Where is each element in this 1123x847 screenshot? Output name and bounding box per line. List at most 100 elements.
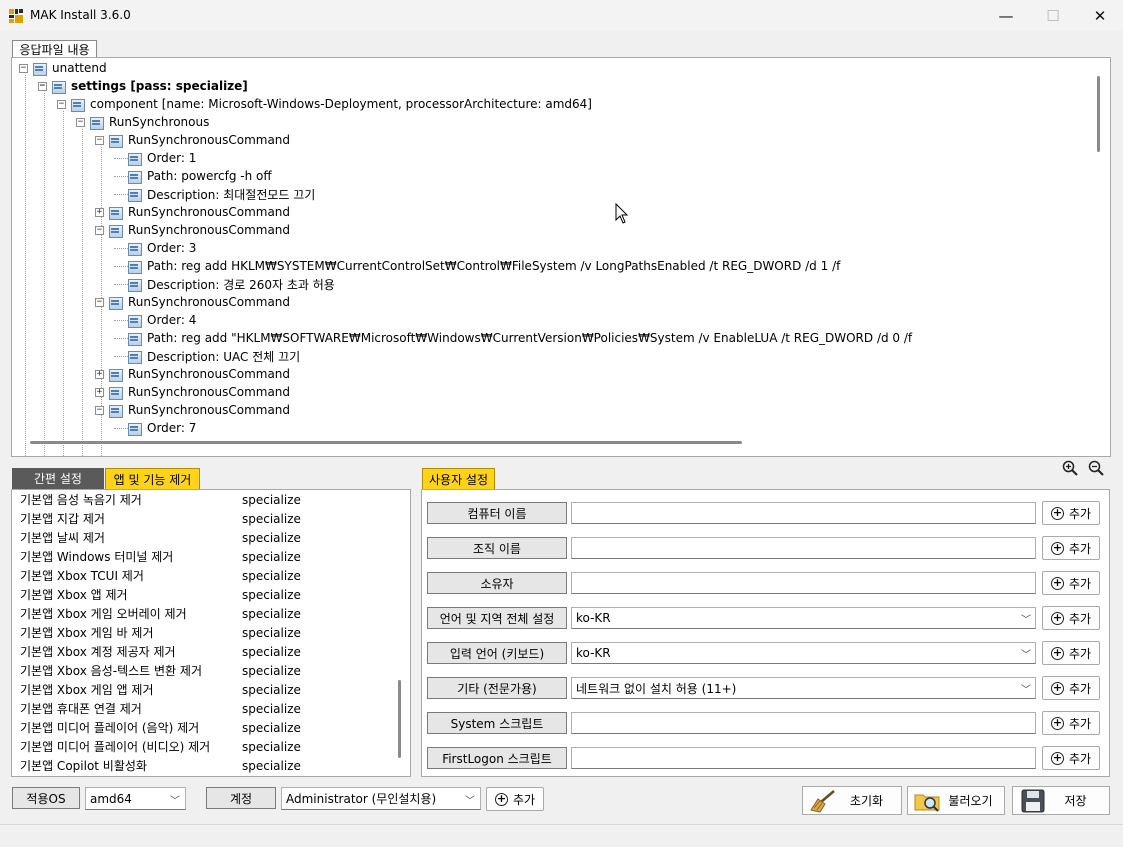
setting-input[interactable] [571, 537, 1036, 559]
maximize-button[interactable]: ☐ [1030, 0, 1076, 31]
list-item[interactable]: 기본앱 Xbox 음성-텍스트 변환 제거 specialize [20, 661, 342, 680]
expand-icon[interactable]: + [95, 369, 104, 379]
setting-label-button[interactable]: FirstLogon 스크립트 [427, 747, 567, 769]
zoom-out-icon[interactable] [1088, 460, 1104, 476]
expand-icon[interactable]: + [95, 387, 104, 397]
tree-node[interactable]: Order: 4 [114, 311, 196, 329]
collapse-icon[interactable]: − [19, 63, 28, 73]
setting-label-button[interactable]: 입력 언어 (키보드) [427, 642, 567, 664]
tree-node[interactable]: Path: powercfg -h off [114, 167, 272, 185]
tree-node[interactable]: − RunSynchronousCommand [95, 401, 290, 419]
tree-node[interactable]: Description: UAC 전체 끄기 [114, 347, 300, 365]
tree-node[interactable]: Order: 1 [114, 149, 196, 167]
tree-node-label: Order: 3 [147, 241, 197, 255]
os-label-button[interactable]: 적용OS [12, 787, 80, 809]
tree-node[interactable]: Order: 7 [114, 419, 196, 437]
tree-node[interactable]: Path: reg add "HKLM₩SOFTWARE₩Microsoft₩W… [114, 329, 912, 347]
add-button[interactable]: + 추가 [1042, 536, 1100, 560]
reset-button[interactable]: 초기화 [802, 786, 902, 815]
setting-label-button[interactable]: 기타 (전문가용) [427, 677, 567, 699]
tree-node[interactable]: − settings [pass: specialize] [38, 77, 248, 95]
setting-select[interactable]: ko-KR ﹀ [571, 607, 1036, 629]
app-removal-list[interactable]: 기본앱 음성 녹음기 제거 specialize 기본앱 지갑 제거 speciali… [11, 489, 411, 777]
setting-input[interactable] [571, 502, 1036, 524]
tree-node[interactable]: − RunSynchronousCommand [95, 131, 290, 149]
setting-input[interactable] [571, 747, 1036, 769]
zoom-in-icon[interactable] [1062, 460, 1078, 476]
tree-node[interactable]: − unattend [19, 59, 107, 77]
add-button[interactable]: + 추가 [1042, 571, 1100, 595]
tree-connector [114, 355, 128, 357]
tree-node[interactable]: − RunSynchronousCommand [95, 221, 290, 239]
list-item[interactable]: 기본앱 날씨 제거 specialize [20, 528, 342, 547]
setting-label-button[interactable]: 조직 이름 [427, 537, 567, 559]
tree-node[interactable]: − RunSynchronousCommand [95, 293, 290, 311]
os-select[interactable]: amd64 ﹀ [85, 787, 186, 810]
tree-node[interactable]: + RunSynchronousCommand [95, 203, 290, 221]
answer-file-tree[interactable]: − unattend − settings [pass: specialize] − co… [11, 57, 1111, 457]
close-button[interactable]: ✕ [1077, 0, 1123, 31]
setting-label-button[interactable]: System 스크립트 [427, 712, 567, 734]
setting-label-button[interactable]: 언어 및 지역 전체 설정 [427, 607, 567, 629]
account-select[interactable]: Administrator (무인설치용) ﹀ [281, 787, 481, 810]
tree-tab[interactable]: 응답파일 내용 [12, 40, 97, 58]
add-button[interactable]: + 추가 [1042, 746, 1100, 770]
list-item[interactable]: 기본앱 음성 녹음기 제거 specialize [20, 490, 342, 509]
setting-select[interactable]: 네트워크 없이 설치 허용 (11+) ﹀ [571, 677, 1036, 699]
collapse-icon[interactable]: − [38, 81, 47, 91]
save-button[interactable]: 저장 [1012, 786, 1110, 815]
setting-input[interactable] [571, 572, 1036, 594]
app-name: 기본앱 Windows 터미널 제거 [20, 550, 174, 564]
add-button[interactable]: + 추가 [1042, 711, 1100, 735]
tree-node[interactable]: + RunSynchronousCommand [95, 383, 290, 401]
tab-simple-settings[interactable]: 간편 설정 [12, 468, 104, 489]
tree-node[interactable]: Description: 경로 260자 초과 허용 [114, 275, 335, 293]
list-item[interactable]: 기본앱 미디어 플레이어 (비디오) 제거 specialize [20, 737, 342, 756]
chevron-down-icon: ﹀ [1021, 685, 1031, 696]
setting-input[interactable] [571, 712, 1036, 734]
setting-label-button[interactable]: 소유자 [427, 572, 567, 594]
collapse-icon[interactable]: − [57, 99, 66, 109]
app-name: 기본앱 Xbox 게임 바 제거 [20, 626, 154, 640]
list-item[interactable]: 기본앱 지갑 제거 specialize [20, 509, 342, 528]
add-button[interactable]: + 추가 [1042, 641, 1100, 665]
tree-horizontal-scrollbar[interactable] [30, 441, 742, 444]
collapse-icon[interactable]: − [95, 225, 104, 235]
tree-node[interactable]: − RunSynchronous [76, 113, 209, 131]
account-label-button[interactable]: 계정 [206, 787, 276, 809]
tab-app-removal[interactable]: 앱 및 기능 제거 [105, 468, 200, 489]
list-item[interactable]: 기본앱 미디어 플레이어 (음악) 제거 specialize [20, 718, 342, 737]
list-item[interactable]: 기본앱 Windows 터미널 제거 specialize [20, 547, 342, 566]
setting-select[interactable]: ko-KR ﹀ [571, 642, 1036, 664]
tree-node[interactable]: + RunSynchronousCommand [95, 365, 290, 383]
add-button[interactable]: + 추가 [1042, 606, 1100, 630]
tree-vertical-scrollbar[interactable] [1097, 76, 1100, 152]
collapse-icon[interactable]: − [95, 405, 104, 415]
tree-node-label: Description: UAC 전체 끄기 [147, 349, 301, 364]
expand-icon[interactable]: + [95, 207, 104, 217]
list-item[interactable]: 기본앱 Xbox TCUI 제거 specialize [20, 566, 342, 585]
list-item[interactable]: 기본앱 Xbox 앱 제거 specialize [20, 585, 342, 604]
list-item[interactable]: 기본앱 Xbox 계정 제공자 제거 specialize [20, 642, 342, 661]
list-item[interactable]: 기본앱 Xbox 게임 오버레이 제거 specialize [20, 604, 342, 623]
list-item[interactable]: 기본앱 Xbox 게임 바 제거 specialize [20, 623, 342, 642]
account-add-button[interactable]: + 추가 [486, 787, 544, 811]
add-button[interactable]: + 추가 [1042, 676, 1100, 700]
add-button[interactable]: + 추가 [1042, 501, 1100, 525]
collapse-icon[interactable]: − [95, 135, 104, 145]
app-list-scrollbar[interactable] [398, 680, 401, 758]
list-item[interactable]: 기본앱 Xbox 게임 앱 제거 specialize [20, 680, 342, 699]
minimize-button[interactable]: — [983, 0, 1029, 31]
setting-label-button[interactable]: 컴퓨터 이름 [427, 502, 567, 524]
tree-node[interactable]: − component [name: Microsoft-Windows-Depl… [57, 95, 592, 113]
tab-user-settings[interactable]: 사용자 설정 [422, 468, 495, 489]
tree-node[interactable]: Description: 최대절전모드 끄기 [114, 185, 315, 203]
tree-node[interactable]: Order: 3 [114, 239, 196, 257]
collapse-icon[interactable]: − [76, 117, 85, 127]
load-button[interactable]: 불러오기 [907, 786, 1005, 815]
tree-node-label: Path: reg add "HKLM₩SOFTWARE₩Microsoft₩W… [147, 331, 913, 345]
list-item[interactable]: 기본앱 Copilot 비활성화 specialize [20, 756, 342, 775]
list-item[interactable]: 기본앱 휴대폰 연결 제거 specialize [20, 699, 342, 718]
collapse-icon[interactable]: − [95, 297, 104, 307]
tree-node[interactable]: Path: reg add HKLM₩SYSTEM₩CurrentControl… [114, 257, 840, 275]
